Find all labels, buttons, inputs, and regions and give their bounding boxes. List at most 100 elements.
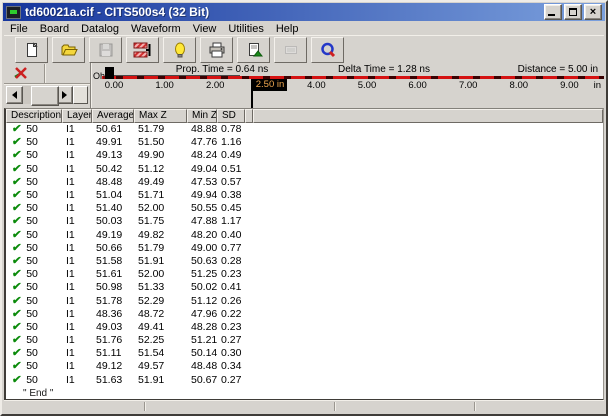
minz-cell: 51.12 xyxy=(187,295,217,308)
description-cell: 50 xyxy=(6,229,62,242)
bulb-icon xyxy=(171,42,189,58)
layer-cell: I1 xyxy=(62,123,92,136)
measure-impedance-button[interactable] xyxy=(126,37,159,63)
table-row[interactable]: 50 I1 50.98 51.33 50.02 0.41 xyxy=(6,281,603,294)
layer-cell: I1 xyxy=(62,202,92,215)
pass-check-icon xyxy=(11,335,22,346)
description-cell: 50 xyxy=(6,215,62,228)
sd-cell: 1.16 xyxy=(217,136,245,149)
toolbar xyxy=(4,35,604,64)
close-button[interactable]: × xyxy=(584,4,602,20)
menu-item[interactable]: Waveform xyxy=(125,23,187,35)
table-row[interactable]: 50 I1 51.61 52.00 51.25 0.23 xyxy=(6,268,603,281)
menu-item[interactable]: File xyxy=(4,23,34,35)
column-header-description[interactable]: Description xyxy=(6,109,62,123)
layer-cell: I1 xyxy=(62,189,92,202)
arrow-left-icon xyxy=(8,91,17,99)
average-cell: 51.61 xyxy=(92,268,134,281)
table-row[interactable]: 50 I1 50.42 51.12 49.04 0.51 xyxy=(6,163,603,176)
ruler-tick: 1.00 xyxy=(155,80,174,91)
ruler-tick: 6.00 xyxy=(408,80,427,91)
new-file-icon xyxy=(23,42,41,58)
save-button[interactable] xyxy=(89,37,122,63)
report-export-icon xyxy=(245,42,263,58)
table-row[interactable]: 50 I1 49.13 49.90 48.24 0.49 xyxy=(6,149,603,162)
table-row[interactable]: 50 I1 50.61 51.79 48.88 0.78 xyxy=(6,123,603,136)
scroll-left-button[interactable] xyxy=(6,86,23,104)
table-row[interactable]: 50 I1 51.76 52.25 51.21 0.27 xyxy=(6,334,603,347)
status-strip xyxy=(4,400,604,412)
sd-cell: 0.27 xyxy=(217,334,245,347)
minz-cell: 48.28 xyxy=(187,321,217,334)
description-cell: 50 xyxy=(6,189,62,202)
menu-item[interactable]: View xyxy=(187,23,223,35)
scrollbar-thumb[interactable] xyxy=(31,86,59,106)
table-row[interactable]: 50 I1 49.91 51.50 47.76 1.16 xyxy=(6,136,603,149)
minimize-button[interactable] xyxy=(544,4,562,20)
description-cell: 50 xyxy=(6,334,62,347)
column-header-layer[interactable]: Layer xyxy=(62,109,92,123)
maxz-cell: 51.54 xyxy=(134,347,187,360)
cursor-position-readout[interactable]: 2.50 in xyxy=(253,79,287,91)
probe-light-button[interactable] xyxy=(163,37,196,63)
table-row[interactable]: 50 I1 48.36 48.72 47.96 0.22 xyxy=(6,308,603,321)
restore-button[interactable] xyxy=(564,4,582,20)
waveform-ruler: Prop. Time = 0.64 ns Delta Time = 1.28 n… xyxy=(91,63,604,108)
maxz-cell: 51.50 xyxy=(134,136,187,149)
average-cell: 50.61 xyxy=(92,123,134,136)
ruler-tick: 7.00 xyxy=(459,80,478,91)
scrollbar-track[interactable] xyxy=(23,86,56,104)
table-row[interactable]: 50 I1 48.48 49.49 47.53 0.57 xyxy=(6,176,603,189)
table-row[interactable]: 50 I1 51.58 51.91 50.63 0.28 xyxy=(6,255,603,268)
maxz-cell: 49.41 xyxy=(134,321,187,334)
open-folder-icon xyxy=(60,42,78,58)
table-row[interactable]: 50 I1 51.78 52.29 51.12 0.26 xyxy=(6,294,603,307)
column-header-minz[interactable]: Min Z xyxy=(187,109,217,123)
menu-item[interactable]: Board xyxy=(34,23,75,35)
app-icon[interactable] xyxy=(6,6,21,19)
print-button[interactable] xyxy=(200,37,233,63)
sd-cell: 0.78 xyxy=(217,123,245,136)
trace-scrollbar[interactable] xyxy=(6,86,88,104)
table-header: Description Layer Average Max Z Min Z SD xyxy=(6,109,603,123)
blank-tool-button[interactable] xyxy=(274,37,307,63)
minz-cell: 50.14 xyxy=(187,347,217,360)
table-row[interactable]: 50 I1 49.03 49.41 48.28 0.23 xyxy=(6,321,603,334)
origin-marker[interactable] xyxy=(105,67,114,79)
table-row[interactable]: 50 I1 51.63 51.91 50.67 0.27 xyxy=(6,374,603,387)
description-cell: 50 xyxy=(6,295,62,308)
sd-cell: 0.49 xyxy=(217,149,245,162)
maxz-cell: 51.33 xyxy=(134,281,187,294)
menu-item[interactable]: Help xyxy=(270,23,305,35)
table-row[interactable]: 50 I1 51.04 51.71 49.94 0.38 xyxy=(6,189,603,202)
average-cell: 51.58 xyxy=(92,255,134,268)
average-cell: 49.13 xyxy=(92,149,134,162)
new-file-button[interactable] xyxy=(15,37,48,63)
export-report-button[interactable] xyxy=(237,37,270,63)
table-row[interactable]: 50 I1 51.11 51.54 50.14 0.30 xyxy=(6,347,603,360)
table-row[interactable]: 50 I1 50.03 51.75 47.88 1.17 xyxy=(6,215,603,228)
table-row[interactable]: 50 I1 50.66 51.79 49.00 0.77 xyxy=(6,242,603,255)
column-header-maxz[interactable]: Max Z xyxy=(134,109,187,123)
column-header-sd[interactable]: SD xyxy=(217,109,245,123)
titlebar[interactable]: td60021a.cif - CITS500s4 (32 Bit) × xyxy=(3,3,605,21)
table-row[interactable]: 50 I1 49.19 49.82 48.20 0.40 xyxy=(6,229,603,242)
column-header-average[interactable]: Average xyxy=(92,109,134,123)
sd-cell: 0.22 xyxy=(217,308,245,321)
table-row[interactable]: 50 I1 51.40 52.00 50.55 0.45 xyxy=(6,202,603,215)
maxz-cell: 49.82 xyxy=(134,229,187,242)
open-file-button[interactable] xyxy=(52,37,85,63)
ruler-unit-suffix: in xyxy=(594,80,601,91)
menu-item[interactable]: Datalog xyxy=(75,23,125,35)
maxz-cell: 51.71 xyxy=(134,189,187,202)
pass-check-icon xyxy=(11,216,22,227)
menu-item[interactable]: Utilities xyxy=(222,23,269,35)
description-cell: 50 xyxy=(6,163,62,176)
pass-check-icon xyxy=(11,296,22,307)
panel-divider xyxy=(44,64,45,83)
table-row[interactable]: 50 I1 49.12 49.57 48.48 0.34 xyxy=(6,360,603,373)
minz-cell: 48.20 xyxy=(187,229,217,242)
column-header-spacer xyxy=(245,109,253,123)
arrow-right-icon xyxy=(62,91,71,99)
quick-test-button[interactable] xyxy=(311,37,344,63)
